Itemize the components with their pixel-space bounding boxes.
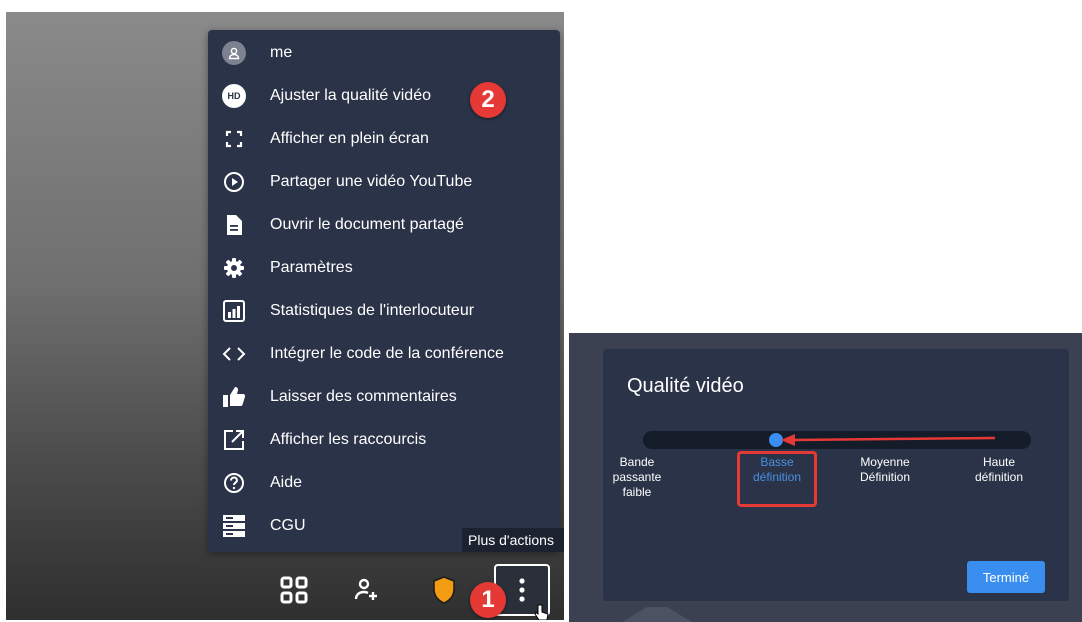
arrow-annotation-icon	[781, 434, 996, 446]
toolbar-tile-view-button[interactable]	[274, 570, 314, 610]
help-icon	[222, 471, 246, 495]
menu-item-share-youtube[interactable]: Partager une vidéo YouTube	[208, 162, 560, 202]
dialog-title: Qualité vidéo	[627, 375, 744, 397]
quality-dialog-area: Qualité vidéo Bande passante faible Bass…	[569, 333, 1082, 622]
add-user-icon	[354, 578, 377, 600]
video-area: me HD Ajuster la qualité vidéo Afficher …	[6, 12, 564, 620]
menu-item-label: Afficher en plein écran	[270, 130, 429, 147]
avatar-icon	[222, 41, 246, 65]
menu-item-label: CGU	[270, 517, 306, 534]
stats-icon	[222, 299, 246, 323]
menu-item-label: Intégrer le code de la conférence	[270, 345, 504, 362]
selected-option-highlight	[737, 451, 817, 507]
menu-item-label: me	[270, 44, 293, 61]
server-icon	[222, 514, 246, 538]
menu-item-embed-code[interactable]: Intégrer le code de la conférence	[208, 334, 560, 374]
quality-option-medium-definition[interactable]: Moyenne Définition	[845, 455, 925, 485]
shield-icon	[433, 576, 455, 604]
step-badge-2: 2	[470, 82, 506, 118]
menu-item-label: Laisser des commentaires	[270, 388, 457, 405]
tooltip-more-actions: Plus d'actions	[462, 528, 564, 552]
menu-item-label: Ajuster la qualité vidéo	[270, 87, 431, 104]
more-vertical-icon	[519, 578, 525, 602]
menu-item-label: Partager une vidéo YouTube	[270, 173, 473, 190]
hd-icon: HD	[222, 84, 246, 108]
quality-option-high-definition[interactable]: Haute définition	[959, 455, 1039, 485]
play-circle-icon	[222, 170, 246, 194]
toolbar-invite-button[interactable]	[346, 570, 386, 610]
menu-item-label: Aide	[270, 474, 303, 491]
menu-item-open-document[interactable]: Ouvrir le document partagé	[208, 205, 560, 245]
menu-item-label: Ouvrir le document partagé	[270, 216, 464, 233]
menu-item-label: Afficher les raccourcis	[270, 431, 427, 448]
quality-dialog: Qualité vidéo Bande passante faible Bass…	[603, 349, 1069, 601]
external-link-icon	[222, 428, 246, 452]
thumbs-up-icon	[222, 385, 246, 409]
menu-item-settings[interactable]: Paramètres	[208, 248, 560, 288]
step-badge-1: 1	[470, 582, 506, 618]
cursor-icon	[534, 604, 549, 620]
fullscreen-icon	[222, 127, 246, 151]
menu-item-shortcuts[interactable]: Afficher les raccourcis	[208, 420, 560, 460]
menu-item-label: Paramètres	[270, 259, 353, 276]
menu-item-adjust-quality[interactable]: HD Ajuster la qualité vidéo	[208, 76, 560, 116]
menu-item-statistics[interactable]: Statistiques de l'interlocuteur	[208, 291, 560, 331]
menu-item-feedback[interactable]: Laisser des commentaires	[208, 377, 560, 417]
menu-item-fullscreen[interactable]: Afficher en plein écran	[208, 119, 560, 159]
code-icon	[222, 342, 246, 366]
done-button[interactable]: Terminé	[967, 561, 1045, 593]
more-actions-menu: me HD Ajuster la qualité vidéo Afficher …	[208, 30, 560, 552]
grid-icon	[280, 576, 308, 604]
toolbar-security-button[interactable]	[424, 570, 464, 610]
quality-option-low-bandwidth[interactable]: Bande passante faible	[597, 455, 677, 500]
video-tile-shape	[622, 607, 692, 622]
menu-item-help[interactable]: Aide	[208, 463, 560, 503]
menu-item-label: Statistiques de l'interlocuteur	[270, 302, 475, 319]
document-icon	[222, 213, 246, 237]
menu-item-me[interactable]: me	[208, 33, 560, 73]
gear-icon	[222, 256, 246, 280]
